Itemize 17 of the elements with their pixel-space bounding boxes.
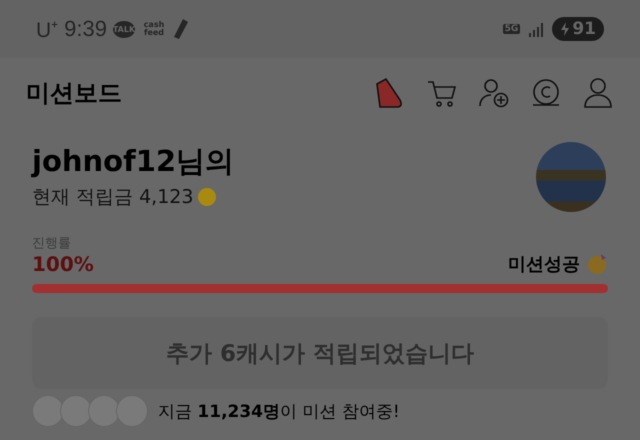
mission-status: 미션성공 (508, 253, 580, 276)
signal-icon (528, 21, 544, 37)
talk-notification-icon: TALK (113, 20, 135, 38)
balance-text: 현재 적립금 4,123 (32, 185, 194, 210)
network-indicator: 5G (502, 24, 520, 34)
user-icon[interactable] (582, 77, 614, 109)
battery-indicator: 91 (552, 17, 604, 41)
user-name: johnof12님의 (32, 143, 234, 180)
coin-icon (198, 188, 216, 206)
participants-text: 지금 11,234명이 미션 참여중! (158, 400, 400, 422)
carrier-label: U⁺ (36, 18, 58, 43)
coin-icon[interactable] (530, 77, 562, 109)
add-user-icon[interactable] (478, 77, 510, 109)
cashfeed-notification-icon: cash feed (141, 21, 167, 37)
clock: 9:39 (64, 16, 107, 42)
page-title: 미션보드 (26, 78, 122, 109)
progress-percent: 100% (32, 252, 94, 276)
